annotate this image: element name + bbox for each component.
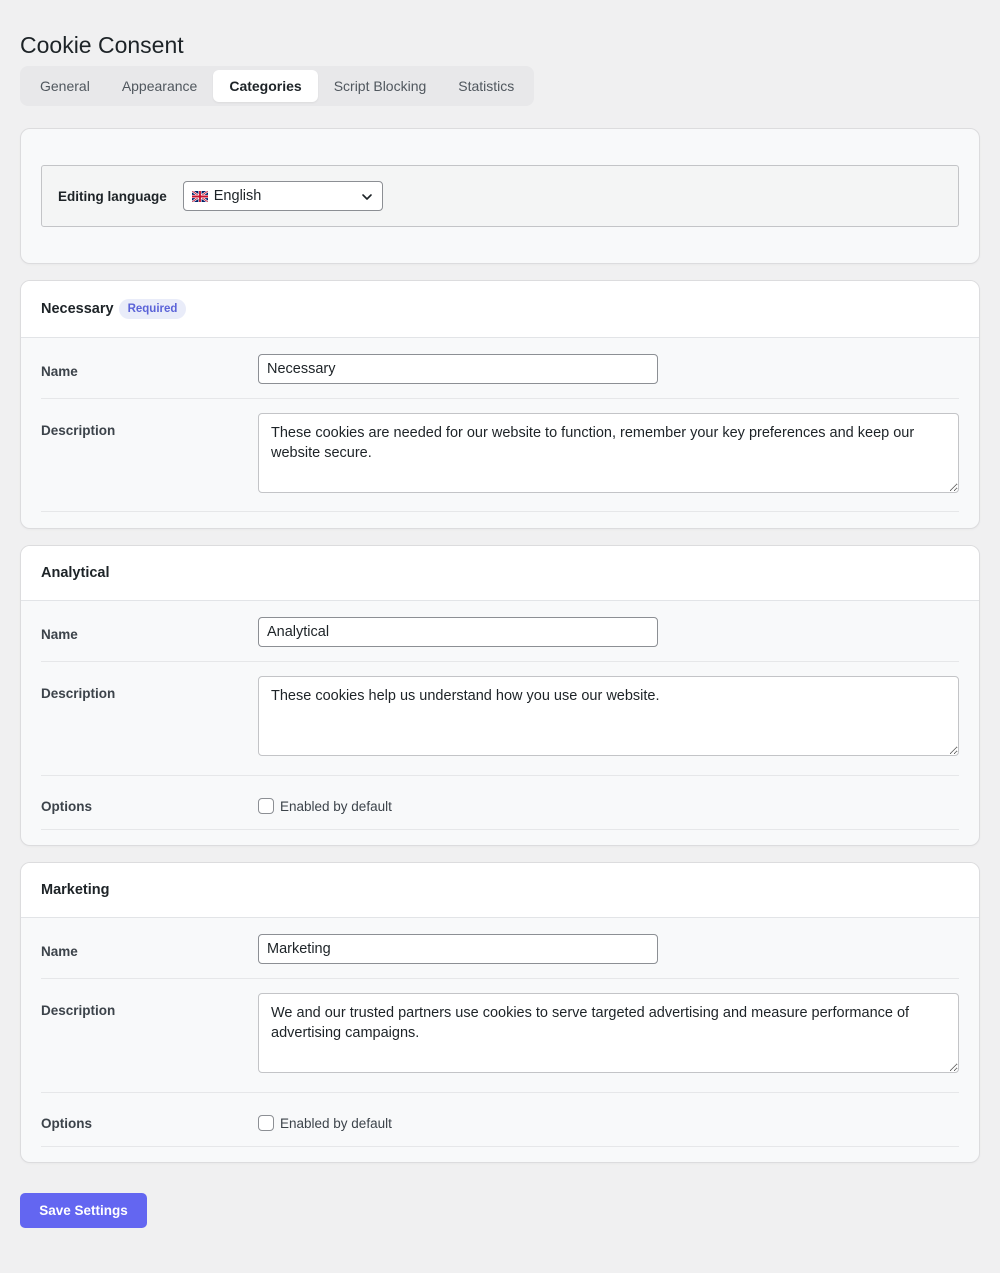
language-selector-box: Editing language English <box>41 165 959 227</box>
settings-page: Cookie Consent General Appearance Catego… <box>0 0 1000 106</box>
page-title: Cookie Consent <box>20 32 184 58</box>
enabled-by-default-option[interactable]: Enabled by default <box>258 1115 392 1131</box>
tab-appearance[interactable]: Appearance <box>106 70 214 102</box>
description-row: Description We and our trusted partners … <box>41 979 959 1093</box>
chevron-down-icon <box>361 194 372 200</box>
language-select[interactable]: English <box>182 181 383 211</box>
marketing-name-input[interactable] <box>258 934 658 964</box>
category-header: Marketing <box>21 863 979 918</box>
tab-statistics[interactable]: Statistics <box>442 70 530 102</box>
description-label: Description <box>41 686 116 701</box>
enabled-by-default-option[interactable]: Enabled by default <box>258 798 392 814</box>
name-row: Name <box>41 338 959 399</box>
category-card-analytical: Analytical Name Description These cookie… <box>20 545 980 846</box>
category-header: Analytical <box>21 546 979 601</box>
tab-categories[interactable]: Categories <box>213 70 318 102</box>
options-row: Options Enabled by default <box>41 776 959 830</box>
category-title: Analytical <box>41 565 110 581</box>
save-settings-button[interactable]: Save Settings <box>20 1193 147 1228</box>
name-label: Name <box>41 944 78 959</box>
category-header: Necessary Required <box>21 281 979 338</box>
analytical-description-textarea[interactable]: These cookies help us understand how you… <box>258 676 959 756</box>
options-label: Options <box>41 799 92 814</box>
necessary-description-textarea[interactable]: These cookies are needed for our website… <box>258 413 959 493</box>
analytical-name-input[interactable] <box>258 617 658 647</box>
enabled-by-default-label: Enabled by default <box>280 1115 392 1131</box>
options-label: Options <box>41 1116 92 1131</box>
tab-script-blocking[interactable]: Script Blocking <box>318 70 443 102</box>
tab-general[interactable]: General <box>24 70 106 102</box>
name-label: Name <box>41 627 78 642</box>
category-title: Necessary <box>41 301 114 317</box>
settings-tabs: General Appearance Categories Script Blo… <box>20 66 535 106</box>
necessary-name-input[interactable] <box>258 354 658 384</box>
required-badge: Required <box>118 299 187 319</box>
uk-flag-icon <box>191 190 208 202</box>
name-label: Name <box>41 364 78 379</box>
enabled-by-default-label: Enabled by default <box>280 798 392 814</box>
description-label: Description <box>41 1003 116 1018</box>
language-select-value: English <box>213 188 262 204</box>
name-row: Name <box>41 918 959 979</box>
description-row: Description These cookies are needed for… <box>41 399 959 512</box>
analytical-enabled-checkbox[interactable] <box>258 798 274 814</box>
marketing-enabled-checkbox[interactable] <box>258 1115 274 1131</box>
category-card-marketing: Marketing Name Description We and our tr… <box>20 862 980 1163</box>
description-label: Description <box>41 423 116 438</box>
language-card: Editing language English <box>20 128 980 264</box>
category-card-necessary: Necessary Required Name Description Thes… <box>20 280 980 529</box>
editing-language-label: Editing language <box>58 188 167 204</box>
options-row: Options Enabled by default <box>41 1093 959 1147</box>
name-row: Name <box>41 601 959 662</box>
category-title: Marketing <box>41 882 110 898</box>
marketing-description-textarea[interactable]: We and our trusted partners use cookies … <box>258 993 959 1073</box>
description-row: Description These cookies help us unders… <box>41 662 959 776</box>
